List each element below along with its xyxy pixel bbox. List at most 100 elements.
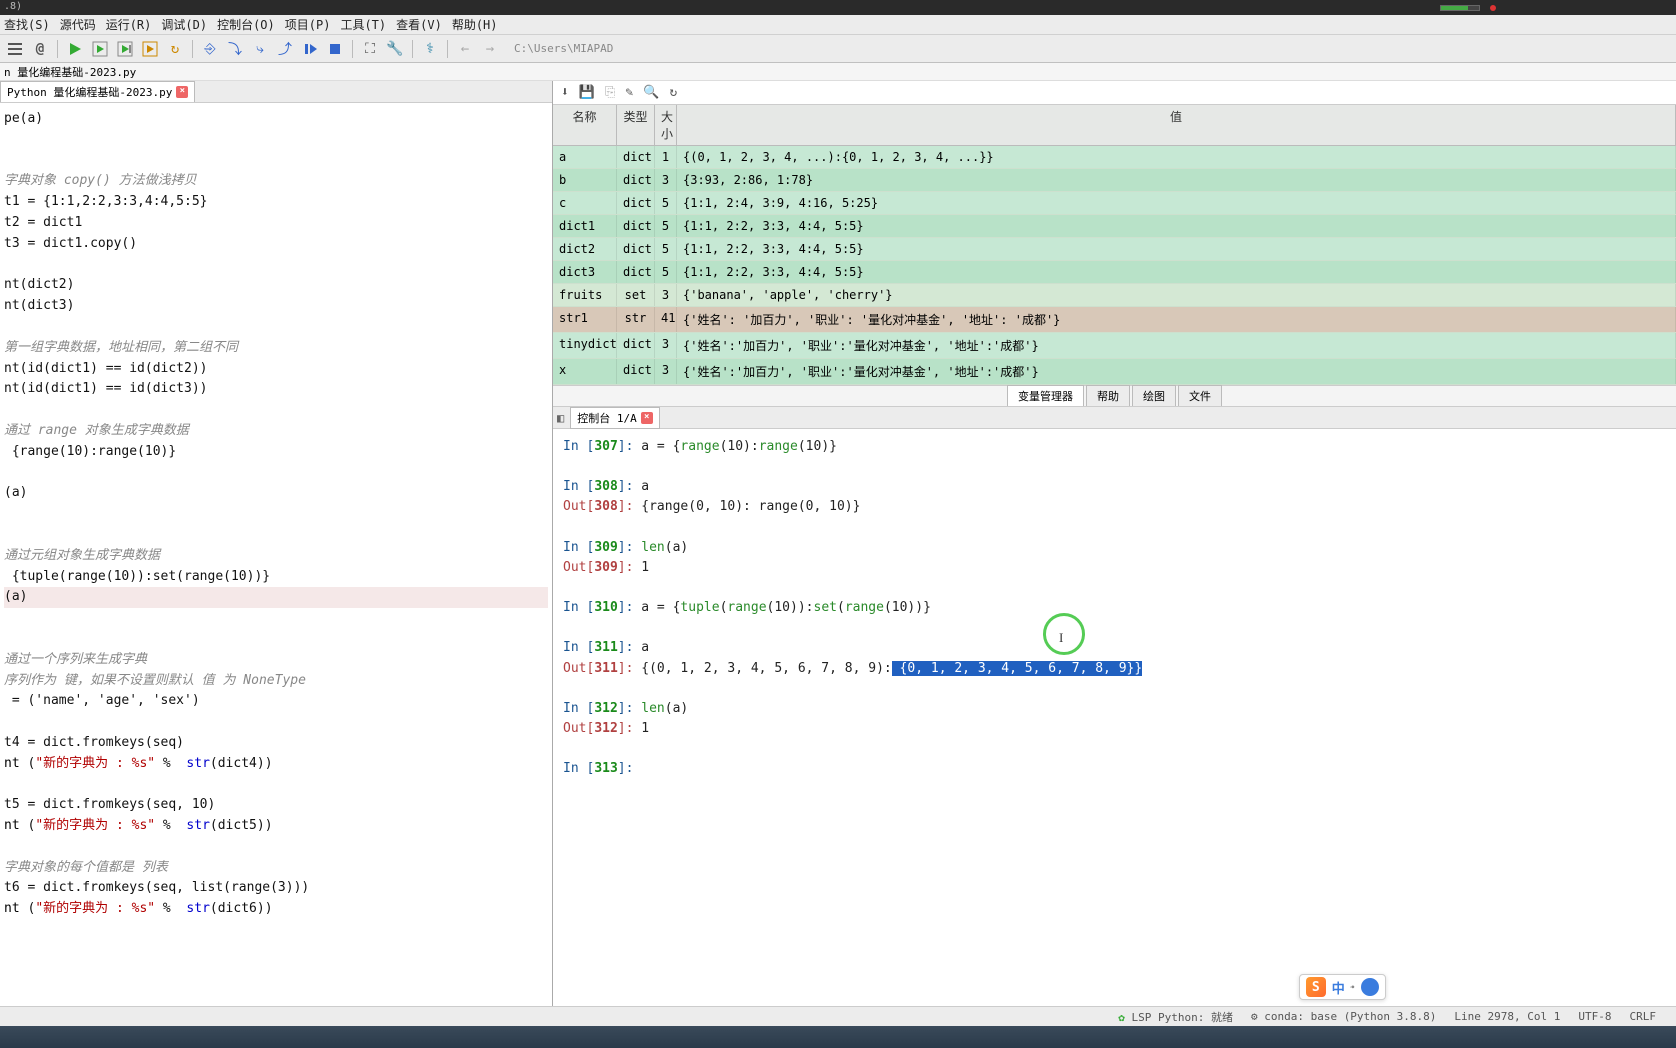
- maximize-icon[interactable]: ⛶: [359, 38, 381, 60]
- menu-tools[interactable]: 工具(T): [340, 16, 386, 33]
- menu-find[interactable]: 查找(S): [4, 16, 50, 33]
- var-name: dict2: [553, 238, 617, 260]
- col-size[interactable]: 大小: [655, 105, 677, 145]
- right-panel: ⬇ 💾 ⎘ ✎ 🔍 ↻ 名称 类型 大小 值 adict1{(0, 1, 2, …: [553, 81, 1676, 1029]
- run-selection-icon[interactable]: [139, 38, 161, 60]
- menu-help[interactable]: 帮助(H): [452, 16, 498, 33]
- tab-files[interactable]: 文件: [1178, 385, 1222, 406]
- run-cell-advance-icon[interactable]: [114, 38, 136, 60]
- var-row[interactable]: fruitsset3{'banana', 'apple', 'cherry'}: [553, 284, 1676, 307]
- var-row[interactable]: adict1{(0, 1, 2, 3, 4, ...):{0, 1, 2, 3,…: [553, 146, 1676, 169]
- var-row[interactable]: cdict5{1:1, 2:4, 3:9, 4:16, 5:25}: [553, 192, 1676, 215]
- menu-bar: 查找(S) 源代码 运行(R) 调试(D) 控制台(O) 项目(P) 工具(T)…: [0, 15, 1676, 35]
- menu-console[interactable]: 控制台(O): [217, 16, 275, 33]
- var-row[interactable]: bdict3{3:93, 2:86, 1:78}: [553, 169, 1676, 192]
- sidebar-icon[interactable]: ◧: [557, 411, 564, 425]
- var-size: 3: [655, 169, 677, 191]
- ime-indicator[interactable]: S 中 •ּ: [1299, 974, 1386, 1000]
- var-type: dict: [617, 169, 655, 191]
- editor-tab-bar: Python 量化编程基础-2023.py × ≡: [0, 81, 552, 103]
- var-type: dict: [617, 146, 655, 168]
- debug-step-into-icon[interactable]: ⎆: [199, 38, 221, 60]
- var-type: set: [617, 284, 655, 306]
- col-name[interactable]: 名称: [553, 105, 617, 145]
- var-size: 5: [655, 192, 677, 214]
- code-editor[interactable]: pe(a) 字典对象 copy() 方法做浅拷贝 t1 = {1:1,2:2,3…: [0, 103, 552, 1015]
- close-icon[interactable]: ×: [641, 412, 653, 424]
- var-type: str: [617, 307, 655, 332]
- var-size: 41: [655, 307, 677, 332]
- close-icon[interactable]: ×: [176, 86, 188, 98]
- status-conda[interactable]: ⚙ conda: base (Python 3.8.8): [1251, 1010, 1436, 1023]
- console-tab[interactable]: 控制台 1/A ×: [570, 407, 660, 429]
- run-icon[interactable]: [64, 38, 86, 60]
- debug-step-icon[interactable]: ⤷: [249, 38, 271, 60]
- console-tab-bar: ◧ 控制台 1/A ×: [553, 407, 1676, 429]
- working-dir-path[interactable]: C:\Users\MIAPAD: [514, 42, 1672, 55]
- rerun-icon[interactable]: ↻: [164, 38, 186, 60]
- var-row[interactable]: xdict3{'姓名':'加百力', '职业':'量化对冲基金', '地址':'…: [553, 359, 1676, 385]
- var-value: {1:1, 2:2, 3:3, 4:4, 5:5}: [677, 215, 1676, 237]
- var-row[interactable]: dict1dict5{1:1, 2:2, 3:3, 4:4, 5:5}: [553, 215, 1676, 238]
- selected-text: {0, 1, 2, 3, 4, 5, 6, 7, 8, 9}}: [892, 661, 1142, 676]
- menu-project[interactable]: 项目(P): [285, 16, 331, 33]
- settings-icon[interactable]: 🔧: [384, 38, 406, 60]
- python-icon[interactable]: ⚕: [419, 38, 441, 60]
- text-cursor: I: [1059, 628, 1063, 648]
- tab-plot[interactable]: 绘图: [1132, 385, 1176, 406]
- progress-bar: [1440, 5, 1480, 11]
- tab-variables[interactable]: 变量管理器: [1007, 385, 1084, 406]
- search-icon[interactable]: 🔍: [643, 85, 659, 100]
- status-lsp[interactable]: ✿ LSP Python: 就绪: [1118, 1009, 1233, 1025]
- edit-icon[interactable]: ✎: [625, 85, 633, 100]
- var-size: 3: [655, 359, 677, 384]
- nav-forward-icon[interactable]: →: [479, 38, 501, 60]
- variable-toolbar: ⬇ 💾 ⎘ ✎ 🔍 ↻: [553, 81, 1676, 105]
- var-row[interactable]: str1str41{'姓名': '加百力', '职业': '量化对冲基金', '…: [553, 307, 1676, 333]
- save-icon[interactable]: 💾: [579, 85, 595, 100]
- tab-help[interactable]: 帮助: [1086, 385, 1130, 406]
- col-value[interactable]: 值: [677, 105, 1676, 145]
- nav-back-icon[interactable]: ←: [454, 38, 476, 60]
- variable-explorer: 名称 类型 大小 值 adict1{(0, 1, 2, 3, 4, ...):{…: [553, 105, 1676, 385]
- status-line-col[interactable]: Line 2978, Col 1: [1454, 1010, 1560, 1023]
- run-cell-icon[interactable]: [89, 38, 111, 60]
- status-eol[interactable]: CRLF: [1630, 1010, 1657, 1023]
- editor-tab[interactable]: Python 量化编程基础-2023.py ×: [0, 81, 195, 102]
- var-name: tinydict: [553, 333, 617, 358]
- file-path-label: n 量化编程基础-2023.py: [4, 64, 136, 80]
- record-indicator: [1490, 5, 1496, 11]
- debug-step-out-icon[interactable]: ⤴: [274, 38, 296, 60]
- var-type: dict: [617, 215, 655, 237]
- var-size: 5: [655, 261, 677, 283]
- menu-source[interactable]: 源代码: [60, 16, 96, 33]
- var-name: str1: [553, 307, 617, 332]
- save-as-icon[interactable]: ⎘: [605, 85, 615, 100]
- var-value: {1:1, 2:2, 3:3, 4:4, 5:5}: [677, 238, 1676, 260]
- at-icon[interactable]: @: [29, 38, 51, 60]
- debug-stop-icon[interactable]: [324, 38, 346, 60]
- var-size: 3: [655, 284, 677, 306]
- ipython-console[interactable]: In [307]: a = {range(10):range(10)} In […: [553, 429, 1676, 1009]
- var-type: dict: [617, 238, 655, 260]
- var-type: dict: [617, 192, 655, 214]
- col-type[interactable]: 类型: [617, 105, 655, 145]
- ime-avatar-icon: [1361, 978, 1379, 996]
- menu-run[interactable]: 运行(R): [106, 16, 152, 33]
- status-encoding[interactable]: UTF-8: [1578, 1010, 1611, 1023]
- var-row[interactable]: dict2dict5{1:1, 2:2, 3:3, 4:4, 5:5}: [553, 238, 1676, 261]
- console-panel: ◧ 控制台 1/A × In [307]: a = {range(10):ran…: [553, 407, 1676, 1029]
- windows-taskbar[interactable]: [0, 1026, 1676, 1048]
- refresh-icon[interactable]: ↻: [669, 85, 677, 100]
- import-icon[interactable]: ⬇: [561, 85, 569, 100]
- var-row[interactable]: tinydictdict3{'姓名':'加百力', '职业':'量化对冲基金',…: [553, 333, 1676, 359]
- debug-step-over-icon[interactable]: ⤵: [224, 38, 246, 60]
- var-name: b: [553, 169, 617, 191]
- var-size: 5: [655, 215, 677, 237]
- menu-debug[interactable]: 调试(D): [161, 16, 207, 33]
- outline-icon[interactable]: [4, 38, 26, 60]
- var-row[interactable]: dict3dict5{1:1, 2:2, 3:3, 4:4, 5:5}: [553, 261, 1676, 284]
- menu-view[interactable]: 查看(V): [396, 16, 442, 33]
- debug-continue-icon[interactable]: [299, 38, 321, 60]
- editor-tab-label: Python 量化编程基础-2023.py: [7, 84, 172, 100]
